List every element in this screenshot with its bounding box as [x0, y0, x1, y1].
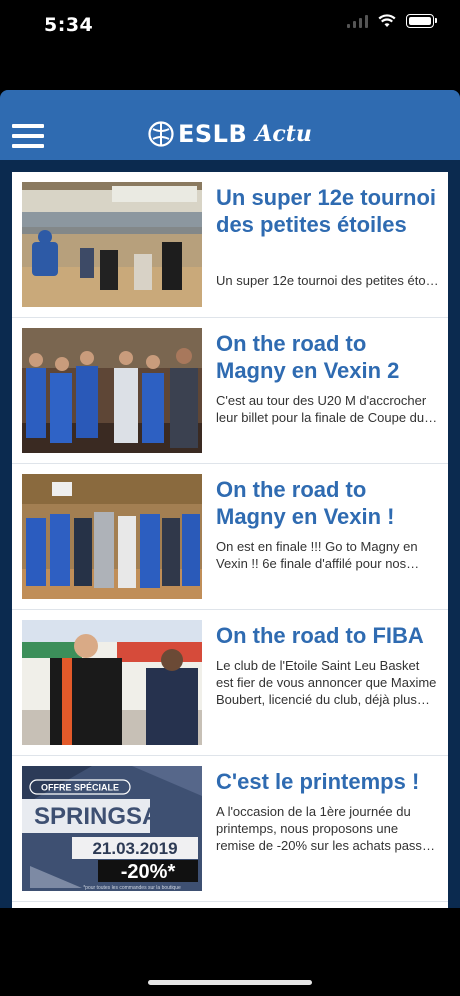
article-item[interactable]: On the road to Magny en Vexin ! On est e… — [12, 464, 448, 610]
article-thumbnail — [22, 182, 202, 307]
article-title: On the road to Magny en Vexin 2 — [216, 331, 400, 383]
article-excerpt: C'est au tour des U20 M d'accrocher leur… — [216, 393, 427, 425]
status-icons — [347, 14, 437, 28]
team-celebration-photo — [22, 328, 202, 453]
article-title: C'est le printemps ! — [216, 769, 420, 794]
article-title: Un super 12e tournoi des petites étoiles — [216, 185, 437, 237]
referee-photo — [22, 620, 202, 745]
banner-main-text: SPRINGSALE — [34, 803, 190, 830]
banner-discount-text: -20%* — [121, 861, 176, 883]
article-excerpt: Le club de l'Etoile Saint Leu Basket est… — [216, 658, 437, 707]
article-thumbnail — [22, 328, 202, 453]
article-item[interactable]: Un super 12e tournoi des petites étoiles… — [12, 172, 448, 318]
app-logo: ESLB Actu — [148, 120, 312, 148]
article-excerpt: Un super 12e tournoi des petites étoiles… — [216, 273, 440, 288]
banner-top-text: OFFRE SPÉCIALE — [41, 783, 119, 793]
home-indicator[interactable] — [148, 980, 312, 985]
logo-text: ESLB — [178, 120, 248, 148]
article-thumbnail — [22, 474, 202, 599]
gym-tournament-photo — [22, 182, 202, 307]
app-container: ESLB Actu Un super 12e tournoi des petit… — [0, 90, 460, 908]
status-bar: 5:34 — [0, 0, 460, 52]
status-time: 5:34 — [44, 14, 94, 36]
basketball-icon — [148, 121, 174, 147]
article-thumbnail: OFFRE SPÉCIALE SPRINGSALE 21.03.2019 -20… — [22, 766, 202, 891]
banner-note-text: *pour toutes les commandes sur la boutiq… — [83, 885, 181, 891]
article-item[interactable]: On the road to Magny en Vexin 2 C'est au… — [12, 318, 448, 464]
team-group-photo — [22, 474, 202, 599]
wifi-icon — [378, 14, 396, 27]
article-item[interactable]: On the road to FIBA Le club de l'Etoile … — [12, 610, 448, 756]
news-feed: Un super 12e tournoi des petites étoiles… — [12, 172, 448, 908]
hamburger-menu-icon[interactable] — [12, 124, 44, 148]
article-excerpt: A l'occasion de la 1ère journée du print… — [216, 804, 436, 853]
article-title: On the road to Magny en Vexin ! — [216, 477, 395, 529]
article-thumbnail — [22, 620, 202, 745]
banner-date-text: 21.03.2019 — [92, 839, 177, 858]
logo-suffix: Actu — [255, 121, 312, 147]
article-item[interactable]: OFFRE SPÉCIALE SPRINGSALE 21.03.2019 -20… — [12, 756, 448, 902]
article-title: On the road to FIBA — [216, 623, 424, 648]
app-header: ESLB Actu — [0, 90, 460, 160]
article-excerpt: On est en finale !!! Go to Magny en Vexi… — [216, 539, 418, 571]
battery-icon — [406, 14, 437, 28]
cellular-signal-icon — [347, 14, 368, 28]
spring-sale-banner: OFFRE SPÉCIALE SPRINGSALE 21.03.2019 -20… — [22, 766, 202, 891]
